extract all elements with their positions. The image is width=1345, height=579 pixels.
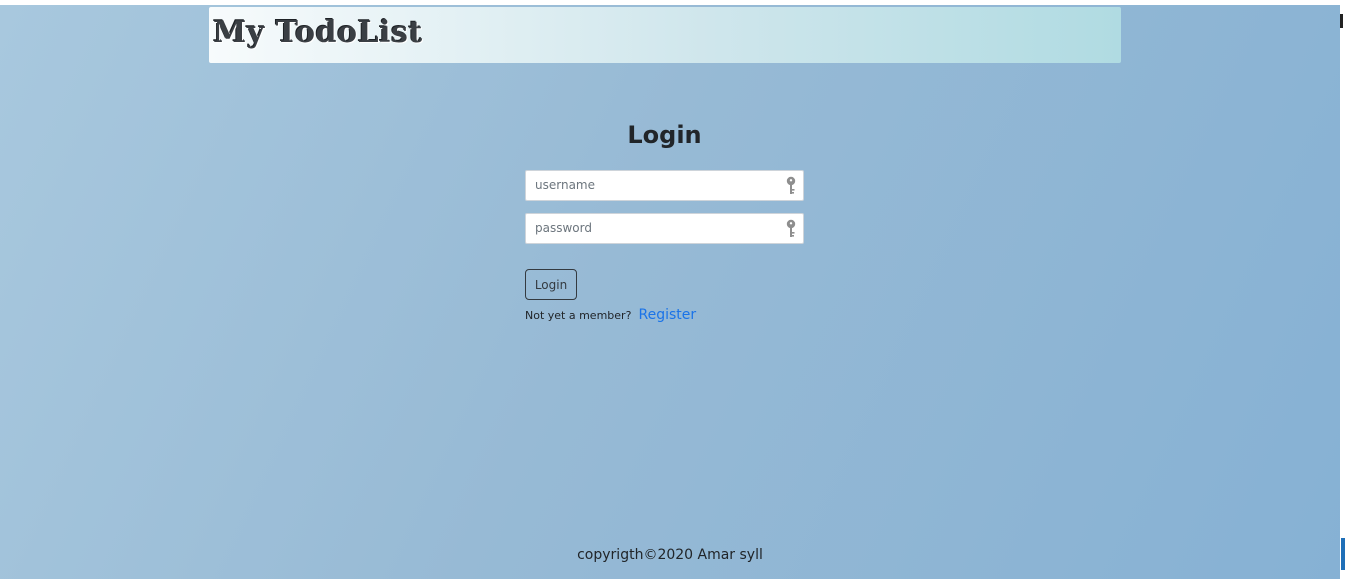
browser-top-strip (0, 0, 1340, 5)
scrollbar-marker (1340, 14, 1343, 28)
username-field (525, 170, 804, 201)
site-header: My TodoList (209, 7, 1121, 63)
login-heading: Login (627, 121, 702, 149)
scrollbar[interactable] (1340, 0, 1345, 579)
password-field (525, 213, 804, 244)
key-icon (786, 219, 796, 237)
username-input[interactable] (526, 171, 784, 198)
register-prompt: Not yet a member? Register (525, 304, 696, 323)
register-link[interactable]: Register (639, 307, 697, 323)
not-member-text: Not yet a member? (525, 309, 632, 322)
login-button[interactable]: Login (525, 269, 577, 300)
footer-copyright: copyrigth©2020 Amar syll (577, 547, 763, 563)
scrollbar-marker (1341, 538, 1345, 570)
key-icon (786, 176, 796, 194)
brand-title[interactable]: My TodoList (213, 15, 423, 50)
password-input[interactable] (526, 214, 784, 241)
